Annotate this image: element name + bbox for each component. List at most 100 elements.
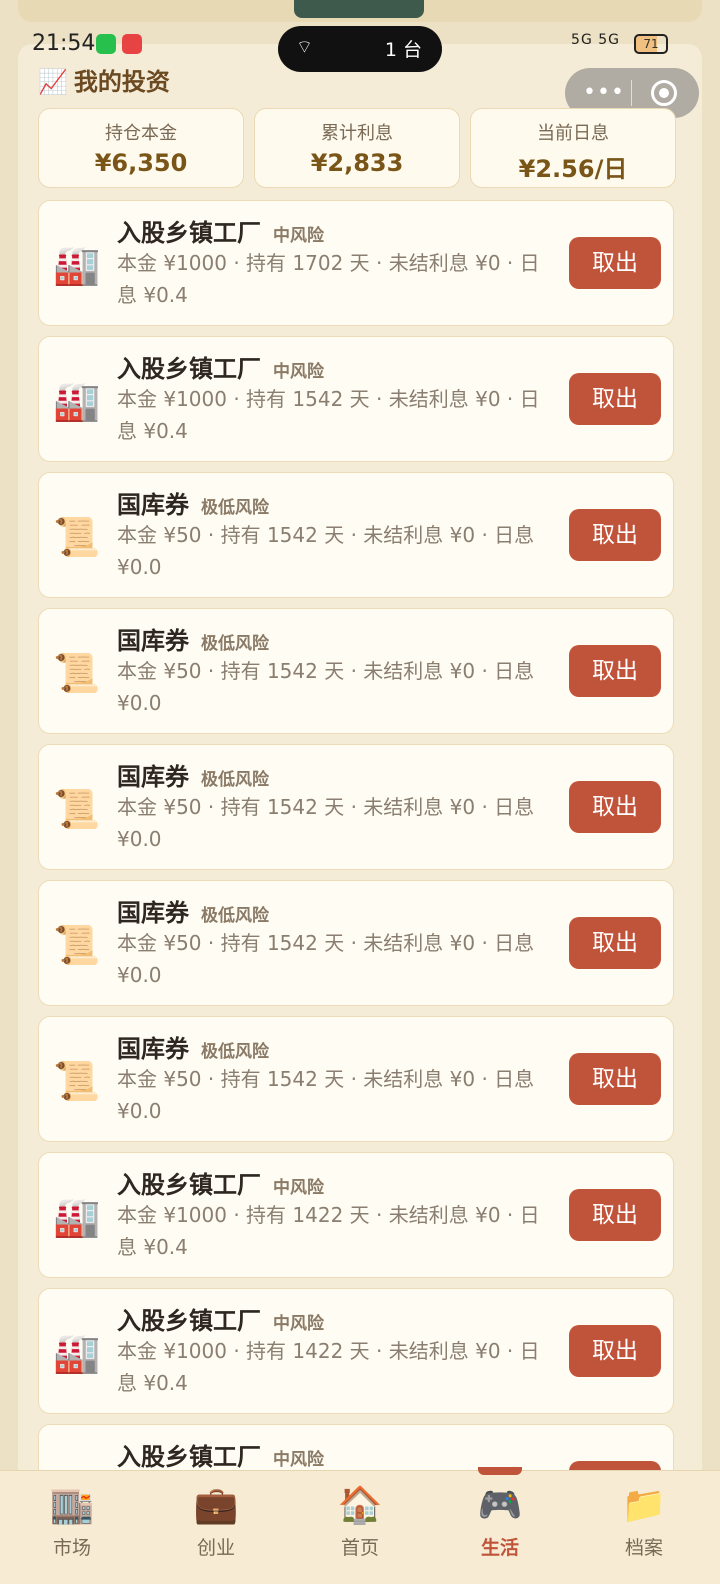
risk-badge: 极低风险 [201, 906, 269, 926]
investment-desc: 本金 ¥50 · 持有 1542 天 · 未结利息 ¥0 · 日息 ¥0.0 [117, 931, 535, 987]
battery-icon: 71 [634, 34, 668, 54]
factory-icon: 🏭 [53, 1331, 101, 1375]
withdraw-button[interactable]: 取出 [569, 781, 661, 833]
withdraw-button[interactable]: 取出 [569, 509, 661, 561]
investment-name: 国库券 [117, 1035, 189, 1063]
investment-desc: 本金 ¥50 · 持有 1542 天 · 未结利息 ¥0 · 日息 ¥0.0 [117, 795, 535, 851]
stat-label: 持仓本金 [105, 123, 177, 144]
factory-icon: 🏭 [53, 1195, 101, 1239]
investment-title: 国库券 极低风险 [117, 1029, 269, 1064]
island-text: 1 台 [384, 39, 422, 61]
risk-badge: 中风险 [273, 226, 324, 246]
investment-name: 国库券 [117, 763, 189, 791]
investment-item: 🏭 入股乡镇工厂 中风险 本金 ¥1000 · 持有 1702 天 · 未结利息 … [38, 200, 674, 326]
investment-item: 🏭 入股乡镇工厂 中风险 本金 ¥1000 · 持有 1422 天 · 未结利息 … [38, 1288, 674, 1414]
stat-interest: 累计利息 ¥2,833 [254, 108, 460, 188]
stats-row: 持仓本金 ¥6,350 累计利息 ¥2,833 当前日息 ¥2.56/日 [38, 108, 682, 188]
nav-label: 档案 [624, 1537, 663, 1559]
signal-text: 5G 5G [571, 32, 620, 48]
withdraw-button[interactable]: 取出 [569, 1325, 661, 1377]
briefcase-icon: 💼 [193, 1485, 239, 1526]
investment-item: 🏭 入股乡镇工厂 中风险 本金 ¥1000 · 持有 1422 天 · 未结利息 … [38, 1152, 674, 1278]
gamepad-icon: 🎮 [477, 1485, 523, 1526]
stat-label: 累计利息 [321, 123, 393, 144]
investment-desc: 本金 ¥1000 · 持有 1422 天 · 未结利息 ¥0 · 日息 ¥0.4 [117, 1203, 540, 1259]
investment-title: 国库券 极低风险 [117, 893, 269, 928]
nav-active-indicator [478, 1467, 522, 1475]
investment-name: 国库券 [117, 899, 189, 927]
scroll-icon: 📜 [53, 651, 101, 695]
stat-value: ¥6,350 [94, 149, 188, 177]
page-title-text: 我的投资 [73, 68, 170, 96]
investment-name: 国库券 [117, 627, 189, 655]
nav-label: 创业 [196, 1537, 235, 1559]
investment-title: 国库券 极低风险 [117, 757, 269, 792]
investment-title: 入股乡镇工厂 中风险 [117, 1165, 324, 1200]
investment-title: 入股乡镇工厂 中风险 [117, 1437, 324, 1472]
risk-badge: 中风险 [273, 362, 324, 382]
risk-badge: 中风险 [273, 1178, 324, 1198]
risk-badge: 极低风险 [201, 770, 269, 790]
status-time: 21:54 [32, 31, 96, 56]
withdraw-button[interactable]: 取出 [569, 1053, 661, 1105]
investment-title: 入股乡镇工厂 中风险 [117, 349, 324, 384]
investment-name: 国库券 [117, 491, 189, 519]
bottom-nav: 🏬 市场 💼 创业 🏠 首页 🎮 生活 📁 档案 [0, 1467, 720, 1584]
nav-item-life[interactable]: 🎮 生活 [440, 1483, 560, 1560]
withdraw-button[interactable]: 取出 [569, 645, 661, 697]
nav-item-market[interactable]: 🏬 市场 [12, 1483, 132, 1560]
notification-app-icon [122, 34, 142, 54]
withdraw-button[interactable]: 取出 [569, 373, 661, 425]
scroll-icon: 📜 [53, 787, 101, 831]
risk-badge: 中风险 [273, 1450, 324, 1470]
top-tab-strip [18, 0, 702, 22]
wechat-icon [96, 34, 116, 54]
dynamic-island: ⌔ 1 台 [278, 26, 442, 72]
investment-desc: 本金 ¥50 · 持有 1542 天 · 未结利息 ¥0 · 日息 ¥0.0 [117, 523, 535, 579]
investment-title: 入股乡镇工厂 中风险 [117, 1301, 324, 1336]
nav-item-archive[interactable]: 📁 档案 [584, 1483, 704, 1560]
capsule-divider [631, 80, 632, 106]
stat-value: ¥2.56/日 [518, 155, 628, 183]
top-active-tab[interactable] [294, 0, 424, 18]
investment-item: 📜 国库券 极低风险 本金 ¥50 · 持有 1542 天 · 未结利息 ¥0 ·… [38, 880, 674, 1006]
chart-up-icon: 📈 [38, 68, 68, 96]
investment-item: 🏭 入股乡镇工厂 中风险 本金 ¥1000 · 持有 1542 天 · 未结利息 … [38, 336, 674, 462]
investment-item: 📜 国库券 极低风险 本金 ¥50 · 持有 1542 天 · 未结利息 ¥0 ·… [38, 472, 674, 598]
investment-name: 入股乡镇工厂 [117, 1443, 261, 1471]
investment-name: 入股乡镇工厂 [117, 355, 261, 383]
investment-item: 📜 国库券 极低风险 本金 ¥50 · 持有 1542 天 · 未结利息 ¥0 ·… [38, 1016, 674, 1142]
folder-icon: 📁 [621, 1485, 667, 1526]
close-target-icon[interactable] [651, 80, 677, 106]
nav-item-business[interactable]: 💼 创业 [156, 1483, 276, 1560]
investment-item: 📜 国库券 极低风险 本金 ¥50 · 持有 1542 天 · 未结利息 ¥0 ·… [38, 744, 674, 870]
nav-label: 生活 [480, 1537, 519, 1559]
withdraw-button[interactable]: 取出 [569, 1189, 661, 1241]
risk-badge: 中风险 [273, 1314, 324, 1334]
investment-name: 入股乡镇工厂 [117, 1307, 261, 1335]
cast-icon: ⌔ [296, 37, 313, 58]
investment-name: 入股乡镇工厂 [117, 1171, 261, 1199]
investment-title: 国库券 极低风险 [117, 621, 269, 656]
investment-item: 📜 国库券 极低风险 本金 ¥50 · 持有 1542 天 · 未结利息 ¥0 ·… [38, 608, 674, 734]
scroll-icon: 📜 [53, 515, 101, 559]
factory-icon: 🏭 [53, 379, 101, 423]
withdraw-button[interactable]: 取出 [569, 917, 661, 969]
stat-label: 当前日息 [537, 123, 609, 144]
investment-desc: 本金 ¥50 · 持有 1542 天 · 未结利息 ¥0 · 日息 ¥0.0 [117, 1067, 535, 1123]
investment-title: 国库券 极低风险 [117, 485, 269, 520]
scroll-icon: 📜 [53, 1059, 101, 1103]
investment-desc: 本金 ¥50 · 持有 1542 天 · 未结利息 ¥0 · 日息 ¥0.0 [117, 659, 535, 715]
investment-desc: 本金 ¥1000 · 持有 1422 天 · 未结利息 ¥0 · 日息 ¥0.4 [117, 1339, 540, 1395]
store-icon: 🏬 [49, 1485, 95, 1526]
risk-badge: 极低风险 [201, 634, 269, 654]
nav-item-home[interactable]: 🏠 首页 [300, 1483, 420, 1560]
stat-principal: 持仓本金 ¥6,350 [38, 108, 244, 188]
page-title: 📈 我的投资 [38, 62, 170, 97]
withdraw-button[interactable]: 取出 [569, 237, 661, 289]
investment-name: 入股乡镇工厂 [117, 219, 261, 247]
more-icon[interactable]: ••• [583, 80, 625, 105]
risk-badge: 极低风险 [201, 1042, 269, 1062]
scroll-icon: 📜 [53, 923, 101, 967]
investment-title: 入股乡镇工厂 中风险 [117, 213, 324, 248]
